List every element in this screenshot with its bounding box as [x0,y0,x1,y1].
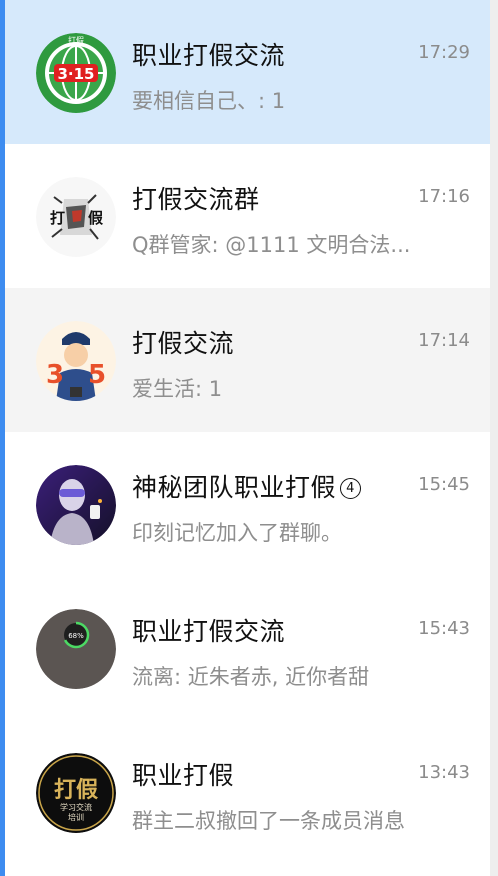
svg-text:5: 5 [88,360,106,390]
chat-time: 17:16 [418,186,470,207]
svg-text:打: 打 [50,209,65,227]
chat-item[interactable]: 打 假 打假交流群 17:16 Q群管家: @1111 文明合法... [5,144,490,288]
chat-title: 职业打假交流 [132,617,286,646]
group-avatar [36,465,116,545]
chat-preview: 印刻记忆加入了群聊。 [132,521,342,545]
chat-preview: 爱生活: 1 [132,377,223,401]
chat-item[interactable]: 神秘团队职业打假 4 15:45 印刻记忆加入了群聊。 [5,432,490,576]
group-avatar: 3 5 [36,321,116,401]
chat-title: 职业打假 [132,761,235,790]
chat-preview: 要相信自己、: 1 [132,89,286,113]
chat-time: 15:43 [418,618,470,639]
svg-text:3: 3 [46,360,64,390]
chat-title: 职业打假交流 [132,41,286,70]
svg-text:假: 假 [88,209,104,227]
chat-preview: 流离: 近朱者赤, 近你者甜 [132,665,370,689]
chat-item[interactable]: 68% 职业打假交流 15:43 流离: 近朱者赤, 近你者甜 [5,576,490,720]
chat-preview: 群主二叔撤回了一条成员消息 [132,809,405,833]
chat-title-text: 神秘团队职业打假 [132,473,337,502]
chat-list: 3·15 打假 职业打假交流 17:29 要相信自己、: 1 打 假 打假交流群… [5,0,490,876]
chat-time: 13:43 [418,762,470,783]
group-avatar: 68% [36,609,116,689]
chat-time: 15:45 [418,474,470,495]
group-avatar: 打 假 [36,177,116,257]
group-avatar: 打假 学习交流 培训 [36,753,116,833]
svg-text:打假: 打假 [54,777,98,803]
chat-time: 17:14 [418,330,470,351]
chat-preview: Q群管家: @1111 文明合法... [132,233,411,257]
chat-item[interactable]: 3 5 打假交流 17:14 爱生活: 1 [5,288,490,432]
svg-text:68%: 68% [68,632,84,640]
scrollbar-track[interactable] [490,0,498,876]
group-avatar: 3·15 打假 [36,33,116,113]
chat-item[interactable]: 3·15 打假 职业打假交流 17:29 要相信自己、: 1 [5,0,490,144]
svg-text:3·15: 3·15 [57,65,94,83]
chat-time: 17:29 [418,42,470,63]
chat-title: 打假交流群 [132,185,260,214]
svg-text:培训: 培训 [68,812,84,822]
count-badge: 4 [340,478,362,499]
chat-item[interactable]: 打假 学习交流 培训 职业打假 13:43 群主二叔撤回了一条成员消息 [5,720,490,864]
chat-title: 打假交流 [132,329,235,358]
chat-title: 神秘团队职业打假 4 [132,468,362,504]
svg-text:打假: 打假 [68,35,84,45]
svg-text:学习交流: 学习交流 [60,802,92,812]
